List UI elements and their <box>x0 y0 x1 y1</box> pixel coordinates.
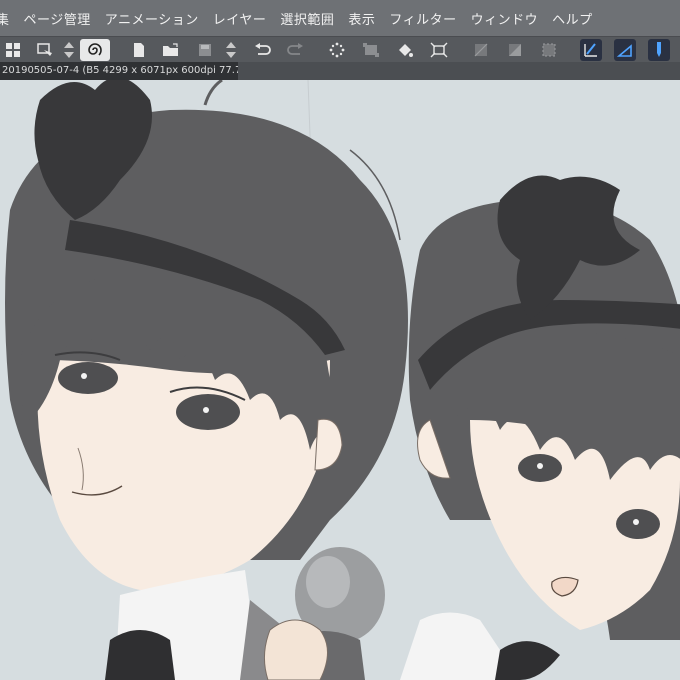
left-ribbon-tie <box>105 630 175 680</box>
save-icon[interactable] <box>194 39 216 61</box>
document-tab-bar: 20190505-07-4 (B5 4299 x 6071px 600dpi 7… <box>0 62 680 80</box>
up-down-spinner-icon[interactable] <box>58 39 80 61</box>
menu-window[interactable]: ウィンドウ <box>471 9 539 28</box>
command-bar <box>0 36 680 63</box>
transform-icon[interactable] <box>360 39 382 61</box>
undo-icon[interactable] <box>252 39 274 61</box>
menu-selection[interactable]: 選択範囲 <box>280 9 334 28</box>
sparkle-icon[interactable] <box>326 39 348 61</box>
left-hand <box>264 619 328 680</box>
menu-bar: 集 ページ管理 アニメーション レイヤー 選択範囲 表示 フィルター ウィンドウ… <box>0 0 680 36</box>
redo-icon[interactable] <box>284 39 306 61</box>
illustration <box>5 80 680 680</box>
move-frame-icon[interactable] <box>428 39 450 61</box>
ruler-icon[interactable] <box>614 39 636 61</box>
fill-bucket-icon[interactable] <box>394 39 416 61</box>
pen-pressure-icon[interactable] <box>648 39 670 61</box>
open-folder-icon[interactable] <box>160 39 182 61</box>
line-mask-icon[interactable] <box>470 39 492 61</box>
dotted-select-icon[interactable] <box>538 39 560 61</box>
layer-up-down-icon[interactable] <box>220 39 242 61</box>
right-ribbon-tie <box>495 641 560 680</box>
layout-grid-icon[interactable] <box>2 39 24 61</box>
menu-page-management[interactable]: ページ管理 <box>24 9 91 28</box>
menu-filter[interactable]: フィルター <box>389 9 456 28</box>
clip-studio-window: 集 ページ管理 アニメーション レイヤー 選択範囲 表示 フィルター ウィンドウ… <box>0 0 680 680</box>
new-file-icon[interactable] <box>128 39 150 61</box>
document-tab[interactable]: 20190505-07-4 (B5 4299 x 6071px 600dpi 7… <box>0 62 238 80</box>
half-mask-icon[interactable] <box>504 39 526 61</box>
canvas-area[interactable] <box>0 80 680 680</box>
menu-animation[interactable]: アニメーション <box>105 9 199 28</box>
menu-edit[interactable]: 集 <box>0 9 10 28</box>
ruler-pen-icon[interactable] <box>580 39 602 61</box>
spiral-icon[interactable] <box>80 39 110 61</box>
show-layer-icon[interactable] <box>34 39 56 61</box>
menu-layer[interactable]: レイヤー <box>213 9 267 28</box>
left-eye-left <box>58 362 118 394</box>
menu-view[interactable]: 表示 <box>348 9 375 28</box>
menu-help[interactable]: ヘルプ <box>552 9 593 28</box>
